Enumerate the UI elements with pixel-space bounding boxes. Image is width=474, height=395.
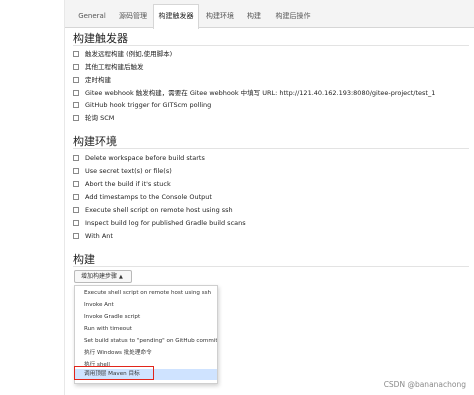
tab-source-control[interactable]: 源码管理 bbox=[113, 4, 153, 28]
tab-build-environment[interactable]: 构建环境 bbox=[199, 4, 241, 28]
caret-up-icon: ▲ bbox=[119, 274, 123, 280]
menu-item-gradle-script[interactable]: Invoke Gradle script bbox=[75, 312, 217, 323]
env-secret-text-row[interactable]: Use secret text(s) or file(s) bbox=[73, 166, 172, 177]
trigger-scm-poll-checkbox[interactable] bbox=[73, 114, 79, 121]
env-with-ant-checkbox[interactable] bbox=[73, 232, 79, 239]
env-abort-stuck-label: Abort the build if it's stuck bbox=[85, 180, 171, 188]
env-delete-workspace-checkbox[interactable] bbox=[73, 154, 79, 161]
tab-build-triggers[interactable]: 构建触发器 bbox=[153, 4, 199, 29]
trigger-scm-poll-label: 轮询 SCM bbox=[85, 114, 115, 122]
env-delete-workspace-label: Delete workspace before build starts bbox=[85, 154, 205, 162]
env-with-ant-label: With Ant bbox=[85, 232, 113, 240]
env-secret-text-checkbox[interactable] bbox=[73, 167, 79, 174]
highlight-callout-box bbox=[74, 366, 154, 380]
env-gradle-scans-checkbox[interactable] bbox=[73, 219, 79, 226]
tab-build[interactable]: 构建 bbox=[241, 4, 267, 28]
env-delete-workspace-row[interactable]: Delete workspace before build starts bbox=[73, 153, 205, 164]
menu-item-ssh-script[interactable]: Execute shell script on remote host usin… bbox=[75, 288, 217, 299]
left-margin bbox=[0, 0, 64, 395]
watermark: CSDN @bananachong bbox=[383, 380, 466, 389]
environment-section-title: 构建环境 bbox=[73, 135, 117, 148]
trigger-github-row[interactable]: GitHub hook trigger for GITScm polling bbox=[73, 100, 211, 111]
env-ssh-script-checkbox[interactable] bbox=[73, 206, 79, 213]
add-build-step-button[interactable]: 增加构建步骤 ▲ bbox=[74, 270, 132, 283]
triggers-section-title: 构建触发器 bbox=[73, 32, 128, 45]
trigger-remote-checkbox[interactable] bbox=[73, 50, 79, 57]
env-ssh-script-row[interactable]: Execute shell script on remote host usin… bbox=[73, 205, 233, 216]
trigger-gitee-checkbox[interactable] bbox=[73, 89, 79, 96]
tab-bar: General 源码管理 构建触发器 构建环境 构建 构建后操作 bbox=[65, 0, 474, 29]
triggers-divider bbox=[73, 45, 469, 46]
trigger-scheduled-label: 定时构建 bbox=[85, 76, 111, 84]
env-ssh-script-label: Execute shell script on remote host usin… bbox=[85, 206, 233, 214]
trigger-gitee-row[interactable]: Gitee webhook 触发构建，需要在 Gitee webhook 中填写… bbox=[73, 88, 435, 99]
env-gradle-scans-row[interactable]: Inspect build log for published Gradle b… bbox=[73, 218, 246, 229]
menu-item-invoke-ant[interactable]: Invoke Ant bbox=[75, 300, 217, 311]
env-gradle-scans-label: Inspect build log for published Gradle b… bbox=[85, 219, 246, 227]
env-secret-text-label: Use secret text(s) or file(s) bbox=[85, 167, 172, 175]
add-build-step-label: 增加构建步骤 bbox=[81, 273, 118, 280]
env-abort-stuck-checkbox[interactable] bbox=[73, 180, 79, 187]
trigger-gitee-label: Gitee webhook 触发构建，需要在 Gitee webhook 中填写… bbox=[85, 89, 436, 97]
env-timestamps-row[interactable]: Add timestamps to the Console Output bbox=[73, 192, 212, 203]
trigger-scm-poll-row[interactable]: 轮询 SCM bbox=[73, 113, 114, 124]
menu-item-windows-batch[interactable]: 执行 Windows 批处理命令 bbox=[75, 348, 217, 359]
tab-general[interactable]: General bbox=[71, 4, 113, 28]
trigger-github-label: GitHub hook trigger for GITScm polling bbox=[85, 101, 212, 109]
trigger-remote-row[interactable]: 触发远程构建 (例如,使用脚本) bbox=[73, 49, 172, 60]
tab-post-build[interactable]: 构建后操作 bbox=[269, 4, 317, 28]
trigger-github-checkbox[interactable] bbox=[73, 101, 79, 108]
menu-item-run-with-timeout[interactable]: Run with timeout bbox=[75, 324, 217, 335]
env-with-ant-row[interactable]: With Ant bbox=[73, 231, 113, 242]
trigger-after-other-row[interactable]: 其他工程构建后触发 bbox=[73, 62, 144, 73]
trigger-scheduled-row[interactable]: 定时构建 bbox=[73, 75, 111, 86]
env-timestamps-label: Add timestamps to the Console Output bbox=[85, 193, 212, 201]
trigger-after-other-label: 其他工程构建后触发 bbox=[85, 63, 144, 71]
menu-item-github-pending[interactable]: Set build status to "pending" on GitHub … bbox=[75, 336, 217, 347]
trigger-remote-label: 触发远程构建 (例如,使用脚本) bbox=[85, 50, 173, 58]
trigger-scheduled-checkbox[interactable] bbox=[73, 76, 79, 83]
build-divider bbox=[73, 266, 469, 267]
environment-divider bbox=[73, 148, 469, 149]
trigger-after-other-checkbox[interactable] bbox=[73, 63, 79, 70]
build-section-title: 构建 bbox=[73, 253, 95, 266]
env-timestamps-checkbox[interactable] bbox=[73, 193, 79, 200]
env-abort-stuck-row[interactable]: Abort the build if it's stuck bbox=[73, 179, 171, 190]
